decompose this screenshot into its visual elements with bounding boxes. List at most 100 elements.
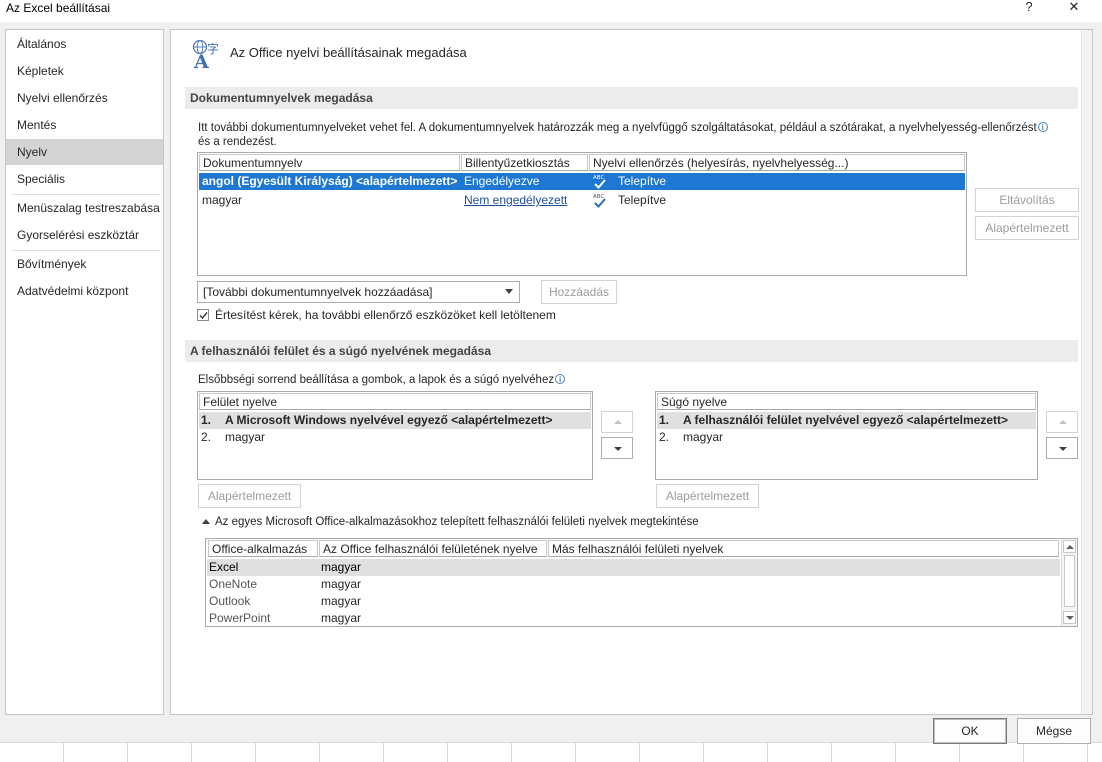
column-header-keyboard[interactable]: Billentyűzetkiosztás — [461, 154, 588, 171]
ok-button[interactable]: OK — [933, 718, 1007, 744]
help-default-button[interactable]: Alapértelmezett — [656, 484, 759, 508]
arrow-down-icon — [1059, 447, 1067, 451]
cancel-button-label: Mégse — [1035, 724, 1073, 738]
display-language-list[interactable]: Felület nyelve 1. A Microsoft Windows ny… — [197, 391, 593, 480]
row-ui-language: magyar — [321, 611, 362, 625]
scroll-down-icon — [1066, 616, 1074, 620]
row-proofing: Telepítve — [618, 193, 667, 207]
nav-item-customize-ribbon[interactable]: Menüszalag testreszabása — [6, 195, 163, 221]
row-language: magyar — [202, 193, 243, 207]
nav-item-quick-access[interactable]: Gyorselérési eszköztár — [6, 222, 163, 248]
proofing-check-icon: ABC — [593, 194, 606, 208]
column-header-document-language[interactable]: Dokumentumnyelv — [199, 154, 460, 171]
nav-item-save[interactable]: Mentés — [6, 112, 163, 138]
row-ui-language: magyar — [321, 560, 362, 574]
remove-language-button[interactable]: Eltávolítás — [975, 188, 1079, 212]
display-move-down-button[interactable] — [601, 437, 633, 459]
scroll-thumb[interactable] — [1064, 555, 1075, 607]
add-languages-dropdown[interactable]: [További dokumentumnyelvek hozzáadása] — [197, 281, 520, 303]
nav-item-trust-center[interactable]: Adatvédelmi központ — [6, 278, 163, 304]
options-nav: Általános Képletek Nyelvi ellenőrzés Men… — [5, 29, 164, 715]
list-item-number: 1. — [201, 413, 212, 427]
table-row[interactable]: magyar Nem engedélyezett ABC Telepítve — [199, 192, 965, 209]
table-row[interactable]: OneNote magyar — [207, 576, 1060, 593]
row-ui-language: magyar — [321, 594, 362, 608]
display-default-button[interactable]: Alapértelmezett — [198, 484, 301, 508]
section-heading-document-languages: Dokumentumnyelvek megadása — [185, 87, 1078, 109]
column-header-help-language: Súgó nyelve — [657, 393, 1036, 410]
arrow-down-icon — [614, 447, 622, 451]
column-header-other-languages[interactable]: Más felhasználói felületi nyelvek — [548, 540, 1059, 557]
table-row[interactable]: Outlook magyar — [207, 593, 1060, 610]
row-keyboard: Engedélyezve — [464, 174, 540, 188]
remove-button-label: Eltávolítás — [999, 193, 1055, 207]
row-keyboard-link[interactable]: Nem engedélyezett — [464, 192, 567, 209]
list-item[interactable]: 1. A felhasználói felület nyelvével egye… — [657, 412, 1036, 429]
help-language-list[interactable]: Súgó nyelve 1. A felhasználói felület ny… — [655, 391, 1038, 480]
arrow-up-icon — [614, 420, 622, 424]
scroll-down-button[interactable] — [1063, 611, 1076, 624]
document-languages-description: Itt további dokumentumnyelveket vehet fe… — [198, 121, 1078, 149]
set-default-language-button[interactable]: Alapértelmezett — [975, 216, 1079, 240]
nav-item-language[interactable]: Nyelv — [6, 139, 163, 165]
display-default-button-label: Alapértelmezett — [207, 489, 292, 503]
description-line-1: Itt további dokumentumnyelveket vehet fe… — [198, 122, 1037, 134]
cancel-button[interactable]: Mégse — [1017, 718, 1091, 744]
scroll-up-button[interactable] — [1063, 540, 1076, 553]
list-item[interactable]: 2. magyar — [657, 429, 1036, 446]
title-bar: Az Excel beállításai ? ✕ — [0, 0, 1102, 22]
column-header-office-app[interactable]: Office-alkalmazás — [208, 540, 318, 557]
checkmark-icon — [199, 312, 208, 320]
table-row[interactable]: PowerPoint magyar — [207, 610, 1060, 627]
main-scrollbar[interactable] — [1081, 30, 1092, 714]
collapse-triangle-icon[interactable] — [202, 519, 210, 524]
svg-text:ABC: ABC — [593, 175, 604, 181]
office-apps-table[interactable]: Office-alkalmazás Az Office felhasználói… — [205, 538, 1078, 627]
help-move-down-button[interactable] — [1046, 437, 1078, 459]
nav-item-general[interactable]: Általános — [6, 31, 163, 57]
add-languages-dropdown-value: [További dokumentumnyelvek hozzáadása] — [203, 285, 433, 299]
expander-label[interactable]: Az egyes Microsoft Office-alkalmazásokho… — [215, 516, 699, 528]
page-title: Az Office nyelvi beállításainak megadása — [230, 45, 467, 60]
add-language-button[interactable]: Hozzáadás — [541, 280, 617, 304]
help-move-up-button[interactable] — [1046, 411, 1078, 433]
table-row[interactable]: angol (Egyesült Királyság) <alapértelmez… — [199, 173, 965, 190]
nav-item-advanced[interactable]: Speciális — [6, 166, 163, 192]
notify-label[interactable]: Értesítést kérek, ha további ellenőrző e… — [215, 309, 556, 322]
column-header-proofing[interactable]: Nyelvi ellenőrzés (helyesírás, nyelvhely… — [589, 154, 965, 171]
row-app: Excel — [209, 560, 239, 574]
language-icon: A 字 — [192, 39, 219, 70]
nav-item-proofing[interactable]: Nyelvi ellenőrzés — [6, 85, 163, 111]
list-item-number: 1. — [659, 413, 670, 427]
notify-checkbox[interactable] — [197, 309, 209, 321]
row-app: OneNote — [209, 577, 258, 591]
window-title: Az Excel beállításai — [6, 1, 111, 15]
table-row[interactable]: Excel magyar — [207, 559, 1060, 576]
nav-item-addins[interactable]: Bővítmények — [6, 251, 163, 277]
proofing-check-icon: ABC — [593, 175, 606, 189]
priority-description: Elsőbbségi sorrend beállítása a gombok, … — [198, 374, 566, 386]
list-item-number: 2. — [201, 430, 212, 444]
ok-button-label: OK — [961, 724, 979, 738]
table-scrollbar[interactable] — [1061, 539, 1077, 626]
help-button[interactable]: ? — [1019, 0, 1039, 16]
nav-item-formulas[interactable]: Képletek — [6, 58, 163, 84]
close-button[interactable]: ✕ — [1064, 0, 1084, 16]
list-item[interactable]: 2. magyar — [199, 429, 591, 446]
list-item[interactable]: 1. A Microsoft Windows nyelvével egyező … — [199, 412, 591, 429]
help-default-button-label: Alapértelmezett — [665, 489, 750, 503]
info-icon[interactable]: i — [1037, 122, 1048, 132]
document-languages-list[interactable]: Dokumentumnyelv Billentyűzetkiosztás Nye… — [197, 152, 967, 276]
column-header-display-language: Felület nyelve — [199, 393, 591, 410]
section-heading-ui-languages: A felhasználói felület és a súgó nyelvén… — [185, 340, 1078, 362]
arrow-up-icon — [1059, 420, 1067, 424]
column-header-ui-language[interactable]: Az Office felhasználói felületének nyelv… — [319, 540, 547, 557]
svg-text:ABC: ABC — [593, 194, 604, 200]
row-app: PowerPoint — [209, 611, 271, 625]
scroll-up-icon — [1066, 545, 1074, 549]
info-icon[interactable]: i — [555, 374, 566, 384]
add-button-label: Hozzáadás — [548, 285, 610, 299]
display-move-up-button[interactable] — [601, 411, 633, 433]
row-app: Outlook — [209, 594, 251, 608]
list-item-label: A felhasználói felület nyelvével egyező … — [683, 413, 1009, 427]
